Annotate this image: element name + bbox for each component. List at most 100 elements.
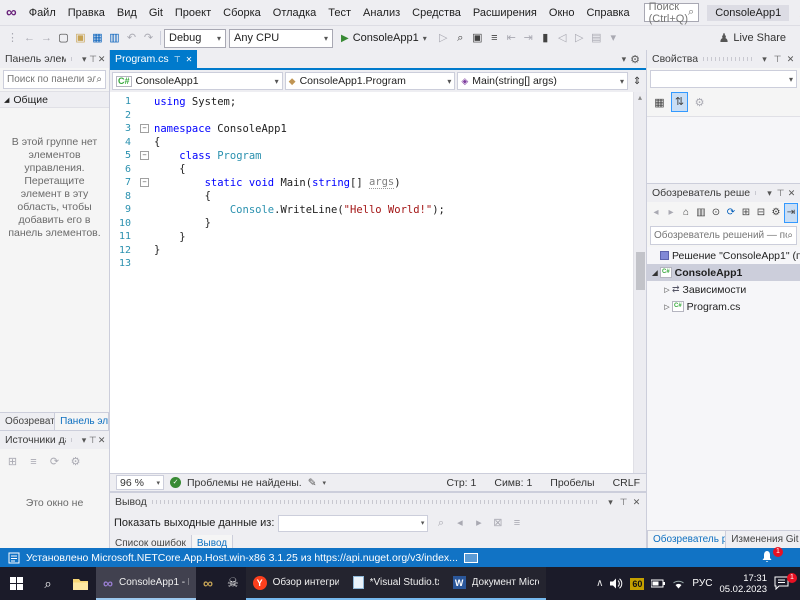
tab-server-explorer[interactable]: Обозревате... xyxy=(0,413,54,430)
line-number[interactable]: 5 xyxy=(110,150,140,161)
properties-header[interactable]: Свойства ▾ ⊤ ✕ xyxy=(647,50,800,68)
wifi-icon[interactable] xyxy=(672,579,685,589)
tab-solution-explorer[interactable]: Обозреватель реше... xyxy=(647,531,727,548)
next-message-icon[interactable]: ▸ xyxy=(470,512,487,534)
collapse-icon[interactable]: − xyxy=(140,124,149,134)
notifications-button[interactable]: 1 xyxy=(760,546,783,566)
menu-item-2[interactable]: Вид xyxy=(111,1,143,25)
bm-next-icon[interactable]: ▷ xyxy=(571,27,588,49)
output-header[interactable]: Вывод ▾ ⊤ ✕ xyxy=(110,493,646,511)
open-file-icon[interactable]: ▣ xyxy=(72,27,89,49)
project-dropdown[interactable]: C# ConsoleApp1 ▾ xyxy=(112,72,283,90)
window-menu-icon[interactable]: ▾ xyxy=(764,188,775,199)
line-number[interactable]: 13 xyxy=(110,258,140,269)
pin-icon[interactable]: ⊤ xyxy=(771,54,784,65)
tray-expand-icon[interactable]: ∧ xyxy=(596,578,603,589)
toolbox-header[interactable]: Панель элементов ▾ ⊤ ✕ xyxy=(0,50,109,68)
clock[interactable]: 17:31 05.02.2023 xyxy=(719,573,767,595)
list-members-icon[interactable]: ≡ xyxy=(486,27,503,49)
alphabetical-icon[interactable]: ⇅ xyxy=(671,92,688,112)
spaces-indicator[interactable]: Пробелы xyxy=(550,477,594,489)
menu-item-0[interactable]: Файл xyxy=(23,1,62,25)
pin-icon[interactable]: ⊤ xyxy=(88,435,97,446)
edit-mode-icon[interactable]: ✎ xyxy=(308,477,317,489)
window-menu-icon[interactable]: ▾ xyxy=(604,497,617,508)
clear-all-icon[interactable]: ⊠ xyxy=(489,512,506,534)
toolbox-search-input[interactable]: Поиск по панели элемен ⌕ xyxy=(3,70,106,89)
line-number[interactable]: 2 xyxy=(110,110,140,121)
menu-item-3[interactable]: Git xyxy=(143,1,169,25)
bm-list-icon[interactable]: ▤ xyxy=(588,27,605,49)
quick-search-input[interactable]: Поиск (Ctrl+Q) ⌕ xyxy=(643,1,700,25)
configuration-dropdown[interactable]: Debug ▾ xyxy=(164,28,226,48)
close-icon[interactable]: ✕ xyxy=(97,54,106,65)
find-in-files-icon[interactable]: ⌕ xyxy=(452,27,469,49)
taskbar-item-notepad[interactable]: *Visual Studio.txt - ... xyxy=(345,567,446,600)
type-dropdown[interactable]: ◆ ConsoleApp1.Program ▾ xyxy=(284,72,456,90)
window-menu-icon[interactable]: ▾ xyxy=(80,54,89,65)
tree-item-1[interactable]: ◢ C# ConsoleApp1 xyxy=(647,264,800,281)
tree-item-2[interactable]: ▷ ⇄ Зависимости xyxy=(647,281,800,298)
tab-program-cs[interactable]: Program.cs ⊤ ✕ xyxy=(110,50,198,68)
switch-view-icon[interactable]: ▥ xyxy=(694,204,708,222)
collapse-icon[interactable]: − xyxy=(140,151,149,161)
overflow-icon[interactable]: ▾ xyxy=(605,27,622,49)
property-pages-icon[interactable]: ⚙ xyxy=(691,92,708,114)
taskbar-item-word[interactable]: W Документ Microso... xyxy=(445,567,546,600)
menu-item-9[interactable]: Средства xyxy=(406,1,467,25)
live-share-button[interactable]: ♟ Live Share xyxy=(719,31,796,45)
add-source-icon[interactable]: ⊞ xyxy=(4,451,21,473)
pin-icon[interactable]: ⊤ xyxy=(89,54,98,65)
tree-item-0[interactable]: Решение "ConsoleApp1" (проекты: 1 из 1) xyxy=(647,247,800,264)
run-no-debug-icon[interactable]: ▷ xyxy=(435,27,452,49)
indent-inc-icon[interactable]: ⇥ xyxy=(520,27,537,49)
expanded-icon[interactable]: ◢ xyxy=(650,269,660,277)
home-icon[interactable]: ⌂ xyxy=(679,204,693,222)
menu-item-6[interactable]: Отладка xyxy=(267,1,322,25)
action-center-button[interactable]: 1 xyxy=(774,572,797,592)
platform-dropdown[interactable]: Any CPU ▾ xyxy=(229,28,333,48)
line-number[interactable]: 12 xyxy=(110,245,140,256)
solution-search-input[interactable]: Обозреватель решений — поиск (Ctrl+» ⌕ xyxy=(650,226,797,245)
collapsed-icon[interactable]: ▷ xyxy=(662,286,672,294)
collapsed-icon[interactable]: ▷ xyxy=(662,303,672,311)
selection-icon[interactable]: ▣ xyxy=(469,27,486,49)
bookmark-icon[interactable]: ▮ xyxy=(537,27,554,49)
scrollbar-thumb[interactable] xyxy=(636,252,645,290)
menu-item-10[interactable]: Расширения xyxy=(467,1,543,25)
language-indicator[interactable]: РУС xyxy=(692,578,712,589)
configure-icon[interactable]: ⚙ xyxy=(67,451,84,473)
prev-message-icon[interactable]: ◂ xyxy=(451,512,468,534)
wrench-icon[interactable]: ⚙ xyxy=(769,204,783,222)
battery-icon[interactable] xyxy=(651,579,666,588)
indent-dec-icon[interactable]: ⇤ xyxy=(503,27,520,49)
nav-back-icon[interactable]: ← xyxy=(21,27,38,49)
menu-item-8[interactable]: Анализ xyxy=(357,1,406,25)
nav-forward-icon[interactable]: → xyxy=(38,27,55,49)
circ-back-icon[interactable]: ◂ xyxy=(649,204,663,222)
volume-icon[interactable] xyxy=(610,578,623,589)
line-number[interactable]: 1 xyxy=(110,96,140,107)
taskbar-item-yandex[interactable]: Y Обзор интегриров... xyxy=(245,567,346,600)
line-number[interactable]: 10 xyxy=(110,218,140,229)
close-icon[interactable]: ✕ xyxy=(784,54,797,65)
taskbar-item-installer[interactable]: ∞ xyxy=(196,567,220,600)
categorized-icon[interactable]: ▦ xyxy=(651,92,668,114)
window-menu-icon[interactable]: ▾ xyxy=(80,435,89,446)
menu-item-5[interactable]: Сборка xyxy=(217,1,267,25)
undo-icon[interactable]: ↶ xyxy=(123,27,140,49)
line-number[interactable]: 4 xyxy=(110,137,140,148)
start-button[interactable] xyxy=(0,567,32,600)
menu-item-12[interactable]: Справка xyxy=(580,1,635,25)
pin-icon[interactable]: ⊤ xyxy=(174,55,181,64)
fold-gutter[interactable]: − xyxy=(140,151,154,161)
pin-icon[interactable]: ⊤ xyxy=(775,188,786,199)
taskbar-item-vs[interactable]: ∞ ConsoleApp1 - Mic... xyxy=(96,567,196,600)
toolbox-section-general[interactable]: ◢ Общие xyxy=(0,91,109,108)
save-all-icon[interactable]: ▥ xyxy=(106,27,123,49)
eol-indicator[interactable]: CRLF xyxy=(613,477,640,489)
redo-icon[interactable]: ↷ xyxy=(140,27,157,49)
editor-vertical-scrollbar[interactable]: ▴ xyxy=(633,92,646,473)
scroll-up-icon[interactable]: ▴ xyxy=(634,92,646,104)
menu-item-4[interactable]: Проект xyxy=(169,1,217,25)
